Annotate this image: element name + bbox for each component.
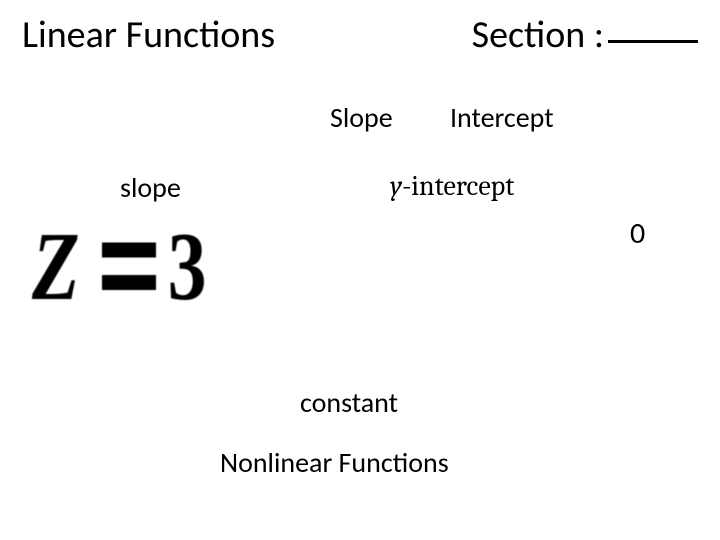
equals-icon bbox=[102, 243, 156, 291]
equation-lhs: Z bbox=[32, 210, 88, 323]
section-blank-line bbox=[608, 40, 698, 43]
nonlinear-functions-label: Nonlinear Functions bbox=[220, 445, 449, 480]
y-intercept-label: y-intercept bbox=[390, 170, 514, 202]
zero-value: 0 bbox=[630, 215, 645, 252]
equation-z-equals-3: Z 3 bbox=[32, 210, 215, 323]
equation-rhs: 3 bbox=[168, 210, 215, 323]
constant-label: constant bbox=[300, 385, 398, 420]
title-row: Linear Functions Section : bbox=[0, 0, 720, 58]
column-header-intercept: Intercept bbox=[450, 100, 554, 135]
page-title-left: Linear Functions bbox=[22, 12, 275, 58]
intercept-suffix: -intercept bbox=[402, 170, 514, 202]
page-title-right: Section : bbox=[472, 12, 698, 58]
slope-label: slope bbox=[120, 170, 181, 205]
y-variable: y bbox=[390, 170, 402, 202]
section-prefix: Section : bbox=[472, 12, 604, 58]
column-header-slope: Slope bbox=[330, 100, 393, 135]
